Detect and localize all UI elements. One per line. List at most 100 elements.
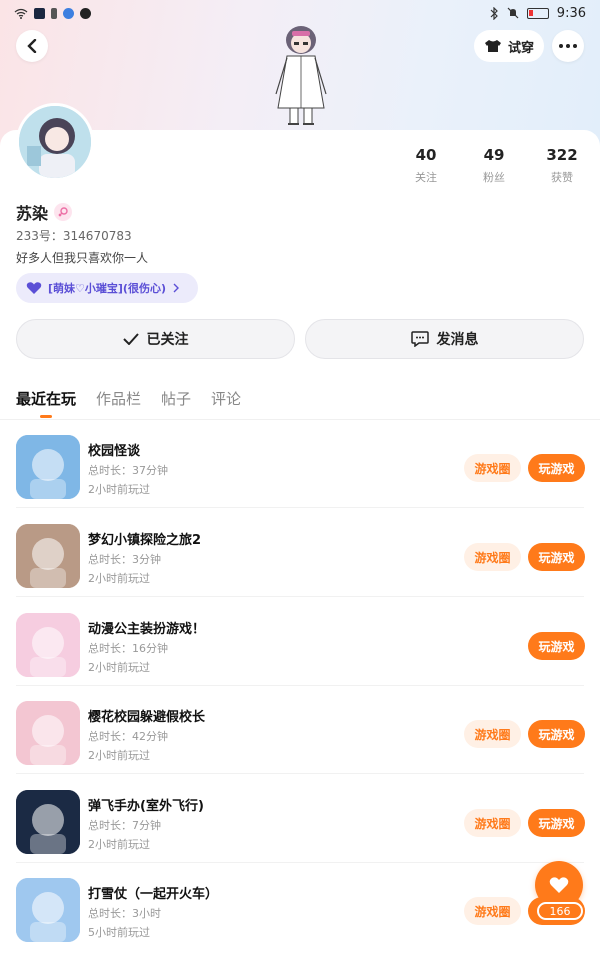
check-icon: [122, 333, 139, 345]
bluetooth-icon: [490, 6, 498, 20]
more-button[interactable]: [552, 30, 584, 62]
female-icon: [58, 207, 68, 217]
tab-comments[interactable]: 评论: [211, 388, 241, 409]
game-icon[interactable]: [16, 878, 80, 942]
game-circle-button[interactable]: 游戏圈: [464, 897, 521, 925]
game-icon[interactable]: [16, 524, 80, 588]
row-divider: [16, 773, 584, 774]
play-game-button[interactable]: 玩游戏: [528, 632, 585, 660]
play-game-button[interactable]: 玩游戏: [528, 543, 585, 571]
like-count-badge: 166: [537, 902, 583, 920]
message-icon: [410, 331, 429, 347]
game-row[interactable]: 樱花校园躲避假校长 总时长：42分钟 2小时前玩过 游戏圈 玩游戏: [0, 686, 600, 774]
game-circle-button[interactable]: 游戏圈: [464, 809, 521, 837]
game-circle-button[interactable]: 游戏圈: [464, 720, 521, 748]
game-duration: 总时长：37分钟: [88, 464, 168, 477]
chevron-left-icon: [27, 39, 37, 53]
game-cover-image: [16, 790, 80, 854]
game-name: 动漫公主装扮游戏！: [88, 622, 206, 637]
game-row[interactable]: 打雪仗（一起开火车） 总时长：3小时 5小时前玩过 游戏圈 玩游戏: [0, 863, 600, 951]
game-row[interactable]: 动漫公主装扮游戏！ 总时长：16分钟 2小时前玩过 玩游戏: [0, 598, 600, 686]
qq-icon: [80, 7, 91, 19]
game-circle-button[interactable]: 游戏圈: [464, 454, 521, 482]
game-duration: 总时长：3小时: [88, 907, 161, 920]
game-last-played: 2小时前玩过: [88, 838, 150, 851]
tab-posts[interactable]: 帖子: [161, 388, 191, 409]
game-last-played: 2小时前玩过: [88, 661, 150, 674]
profile-tabs: 最近在玩 作品栏 帖子 评论: [16, 388, 241, 418]
likes-label: 获赞: [551, 171, 573, 184]
game-name: 弹飞手办(室外飞行): [88, 799, 204, 814]
bio: 好多人但我只喜欢你一人: [16, 251, 149, 265]
tshirt-icon: [484, 40, 501, 52]
game-cover-image: [16, 701, 80, 765]
game-duration: 总时长：7分钟: [88, 819, 161, 832]
family-tag[interactable]: [萌妹♡小璀宝](很伤心): [16, 273, 198, 303]
family-tag-label: [萌妹♡小璀宝](很伤心): [48, 282, 166, 295]
gender-badge-icon: [54, 203, 73, 221]
message-label: 发消息: [436, 332, 479, 348]
game-last-played: 2小时前玩过: [88, 572, 150, 585]
username-row: 苏染: [16, 200, 73, 224]
likes-stat[interactable]: 322 获赞: [532, 146, 592, 185]
back-button[interactable]: [16, 30, 48, 62]
game-cover-image: [16, 613, 80, 677]
avatar[interactable]: [16, 103, 94, 181]
wifi-icon: [14, 8, 28, 19]
game-row[interactable]: 梦幻小镇探险之旅2 总时长：3分钟 2小时前玩过 游戏圈 玩游戏: [0, 509, 600, 597]
game-duration: 总时长：16分钟: [88, 642, 168, 655]
play-game-button[interactable]: 玩游戏: [528, 454, 585, 482]
following-stat[interactable]: 40 关注: [396, 146, 456, 185]
chevron-right-icon: [173, 283, 179, 293]
game-icon[interactable]: [16, 435, 80, 499]
user-id: 233号：314670783: [16, 229, 132, 243]
game-name: 樱花校园躲避假校长: [88, 710, 206, 725]
message-button[interactable]: 发消息: [305, 319, 584, 359]
fans-label: 粉丝: [483, 171, 505, 184]
game-row[interactable]: 校园怪谈 总时长：37分钟 2小时前玩过 游戏圈 玩游戏: [0, 420, 600, 508]
battery-icon: [526, 7, 549, 19]
fans-stat[interactable]: 49 粉丝: [464, 146, 524, 185]
following-label: 关注: [415, 171, 437, 184]
try-on-button[interactable]: 试穿: [474, 30, 544, 62]
row-divider: [16, 596, 584, 597]
game-row[interactable]: 弹飞手办(室外飞行) 总时长：7分钟 2小时前玩过 游戏圈 玩游戏: [0, 775, 600, 863]
game-name: 打雪仗（一起开火车）: [88, 887, 219, 902]
tab-works[interactable]: 作品栏: [96, 388, 141, 409]
game-icon[interactable]: [16, 790, 80, 854]
following-count: 40: [415, 146, 437, 164]
game-duration: 总时长：3分钟: [88, 553, 161, 566]
game-cover-image: [16, 878, 80, 942]
play-game-button[interactable]: 玩游戏: [528, 720, 585, 748]
game-icon[interactable]: [16, 701, 80, 765]
followed-button[interactable]: 已关注: [16, 319, 295, 359]
game-icon[interactable]: [16, 613, 80, 677]
app-notification-icon: [34, 7, 45, 19]
game-duration: 总时长：42分钟: [88, 730, 168, 743]
sim-icon: [51, 7, 57, 19]
tab-recently-played[interactable]: 最近在玩: [16, 388, 76, 418]
game-last-played: 2小时前玩过: [88, 749, 150, 762]
game-cover-image: [16, 435, 80, 499]
game-last-played: 2小时前玩过: [88, 483, 150, 496]
more-icon: [559, 44, 577, 48]
game-last-played: 5小时前玩过: [88, 926, 150, 939]
followed-label: 已关注: [146, 332, 189, 348]
play-game-button[interactable]: 玩游戏: [528, 809, 585, 837]
app-notification-icon: [63, 7, 74, 19]
row-divider: [16, 507, 584, 508]
fans-count: 49: [483, 146, 505, 164]
heart-icon: [26, 282, 42, 294]
likes-count: 322: [546, 146, 578, 164]
game-cover-image: [16, 524, 80, 588]
game-circle-button[interactable]: 游戏圈: [464, 543, 521, 571]
status-icons: [14, 7, 91, 19]
heart-icon: [549, 877, 569, 893]
clock: 9:36: [556, 5, 586, 21]
game-name: 校园怪谈: [88, 444, 141, 459]
username: 苏染: [16, 204, 49, 223]
dress-up-character: [275, 26, 327, 125]
avatar-image: [19, 106, 91, 178]
game-name: 梦幻小镇探险之旅2: [88, 533, 202, 548]
mute-icon: [507, 7, 519, 19]
